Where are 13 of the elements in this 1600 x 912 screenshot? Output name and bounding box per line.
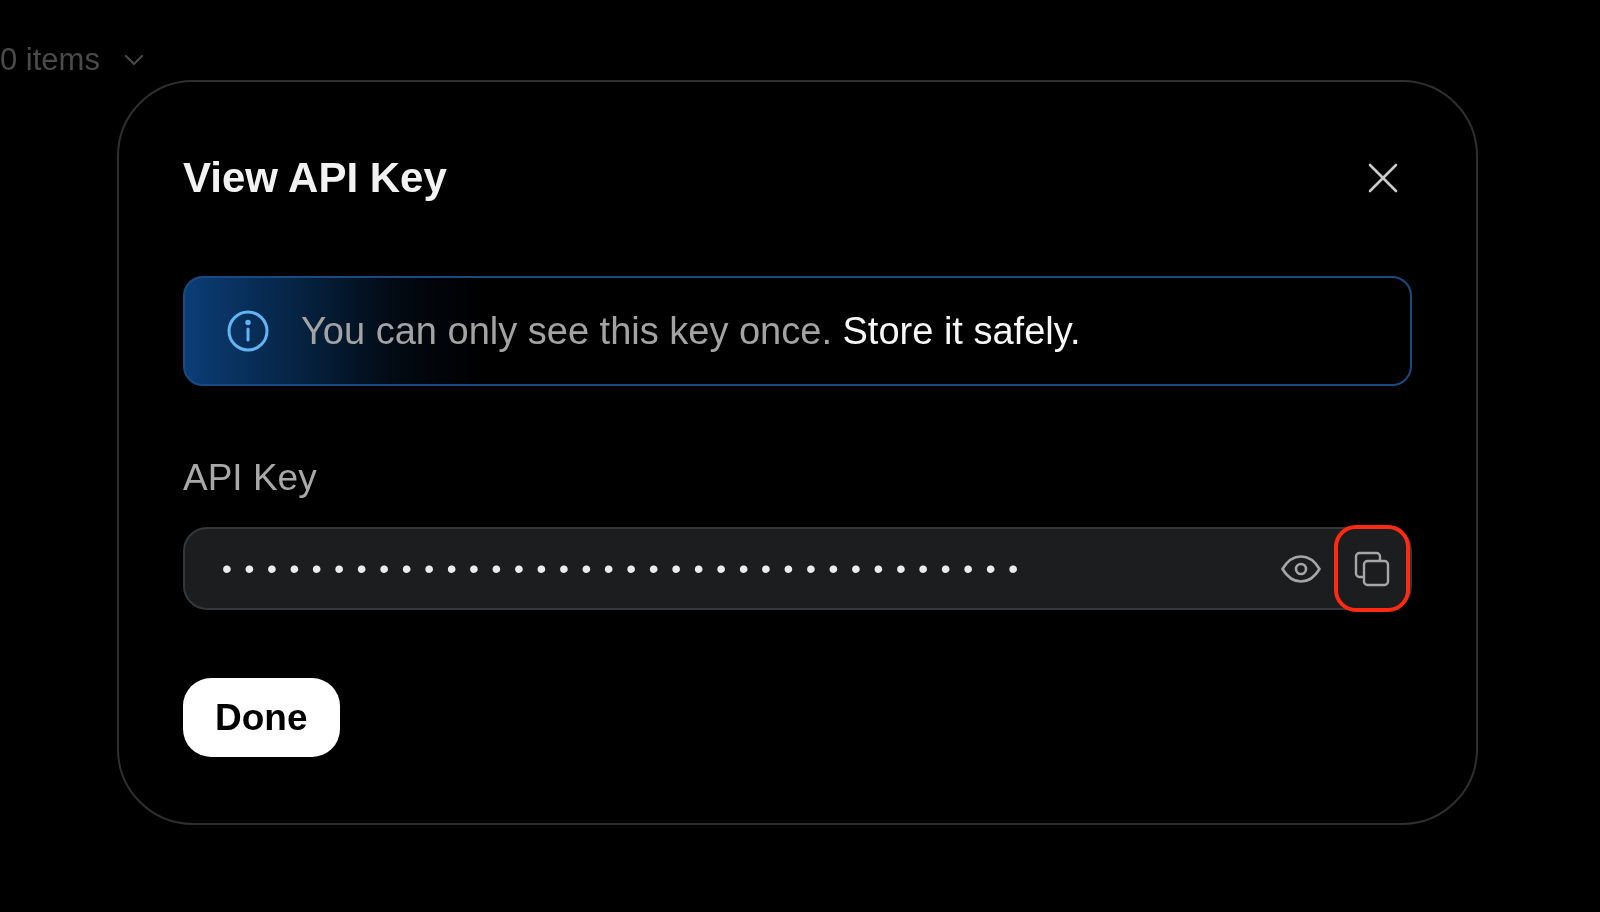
masked-key-value: ••••••••••••••••••••••••••••••••••••	[222, 551, 1032, 586]
done-button[interactable]: Done	[183, 678, 340, 757]
eye-icon	[1281, 554, 1321, 583]
copy-icon	[1354, 550, 1390, 587]
api-key-field[interactable]: ••••••••••••••••••••••••••••••••••••	[183, 527, 1412, 610]
notice-text: You can only see this key once. Store it safely.	[301, 309, 1081, 354]
field-label: API Key	[183, 456, 317, 500]
close-icon	[1368, 163, 1398, 193]
info-icon	[227, 310, 269, 352]
copy-button[interactable]	[1334, 525, 1410, 612]
chevron-down-icon	[124, 54, 143, 65]
show-key-button[interactable]	[1281, 554, 1321, 583]
dialog-title: View API Key	[183, 153, 447, 203]
